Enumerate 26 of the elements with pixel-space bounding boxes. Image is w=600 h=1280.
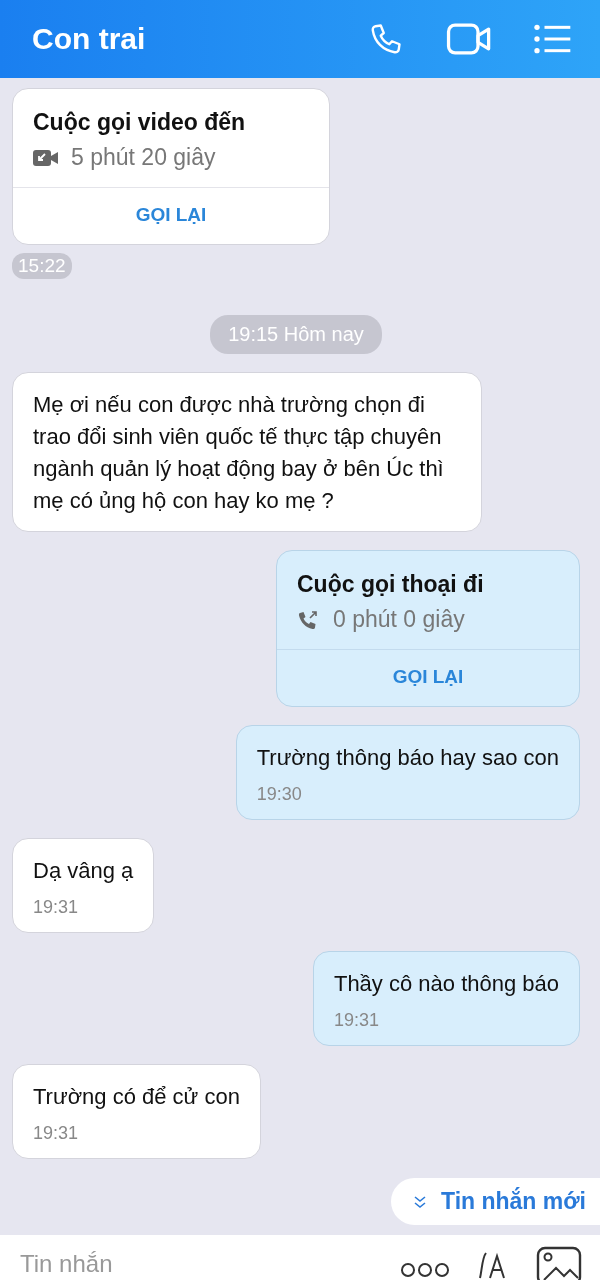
image-icon[interactable]: [536, 1246, 582, 1280]
chevrons-down-icon: [413, 1194, 427, 1209]
message-input[interactable]: Tin nhắn: [20, 1250, 374, 1280]
message-time: 15:22: [12, 253, 72, 279]
message-text: Trường có để cử con: [33, 1083, 240, 1111]
call-duration: 5 phút 20 giây: [71, 144, 216, 171]
video-call-icon: [33, 147, 59, 168]
message-time: 19:30: [256, 784, 303, 805]
call-title: Cuộc gọi video đến: [32, 108, 247, 137]
message-time: 19:31: [33, 897, 80, 918]
date-divider: 19:15 Hôm nay: [210, 315, 382, 354]
message-text: Mẹ ơi nếu con được nhà trường chọn đi trao đổi sinh viên quốc tế thực tập chuyên ngành quản lý hoạt động bay ở bên Úc thì mẹ có ủng hộ con hay ko mẹ ?: [33, 391, 445, 515]
call-back-button[interactable]: GỌI LẠI: [13, 187, 329, 244]
call-back-button[interactable]: GỌI LẠI: [277, 649, 579, 706]
menu-icon[interactable]: [532, 22, 572, 56]
call-duration: 0 phút 0 giây: [333, 606, 465, 633]
dots-icon[interactable]: [400, 1260, 450, 1280]
new-messages-button[interactable]: Tin nhắn mới: [391, 1178, 600, 1225]
message-text: Thầy cô nào thông báo: [333, 970, 559, 998]
call-title: Cuộc gọi thoại đi: [296, 570, 485, 599]
message-time: 19:31: [333, 1010, 380, 1031]
message-text: Trường thông báo hay sao con: [256, 744, 559, 772]
message-text: Dạ vâng ạ: [33, 857, 134, 885]
chat-title: Con trai: [32, 22, 146, 56]
video-camera-icon[interactable]: [446, 21, 492, 57]
message-time: 19:31: [33, 1123, 80, 1144]
